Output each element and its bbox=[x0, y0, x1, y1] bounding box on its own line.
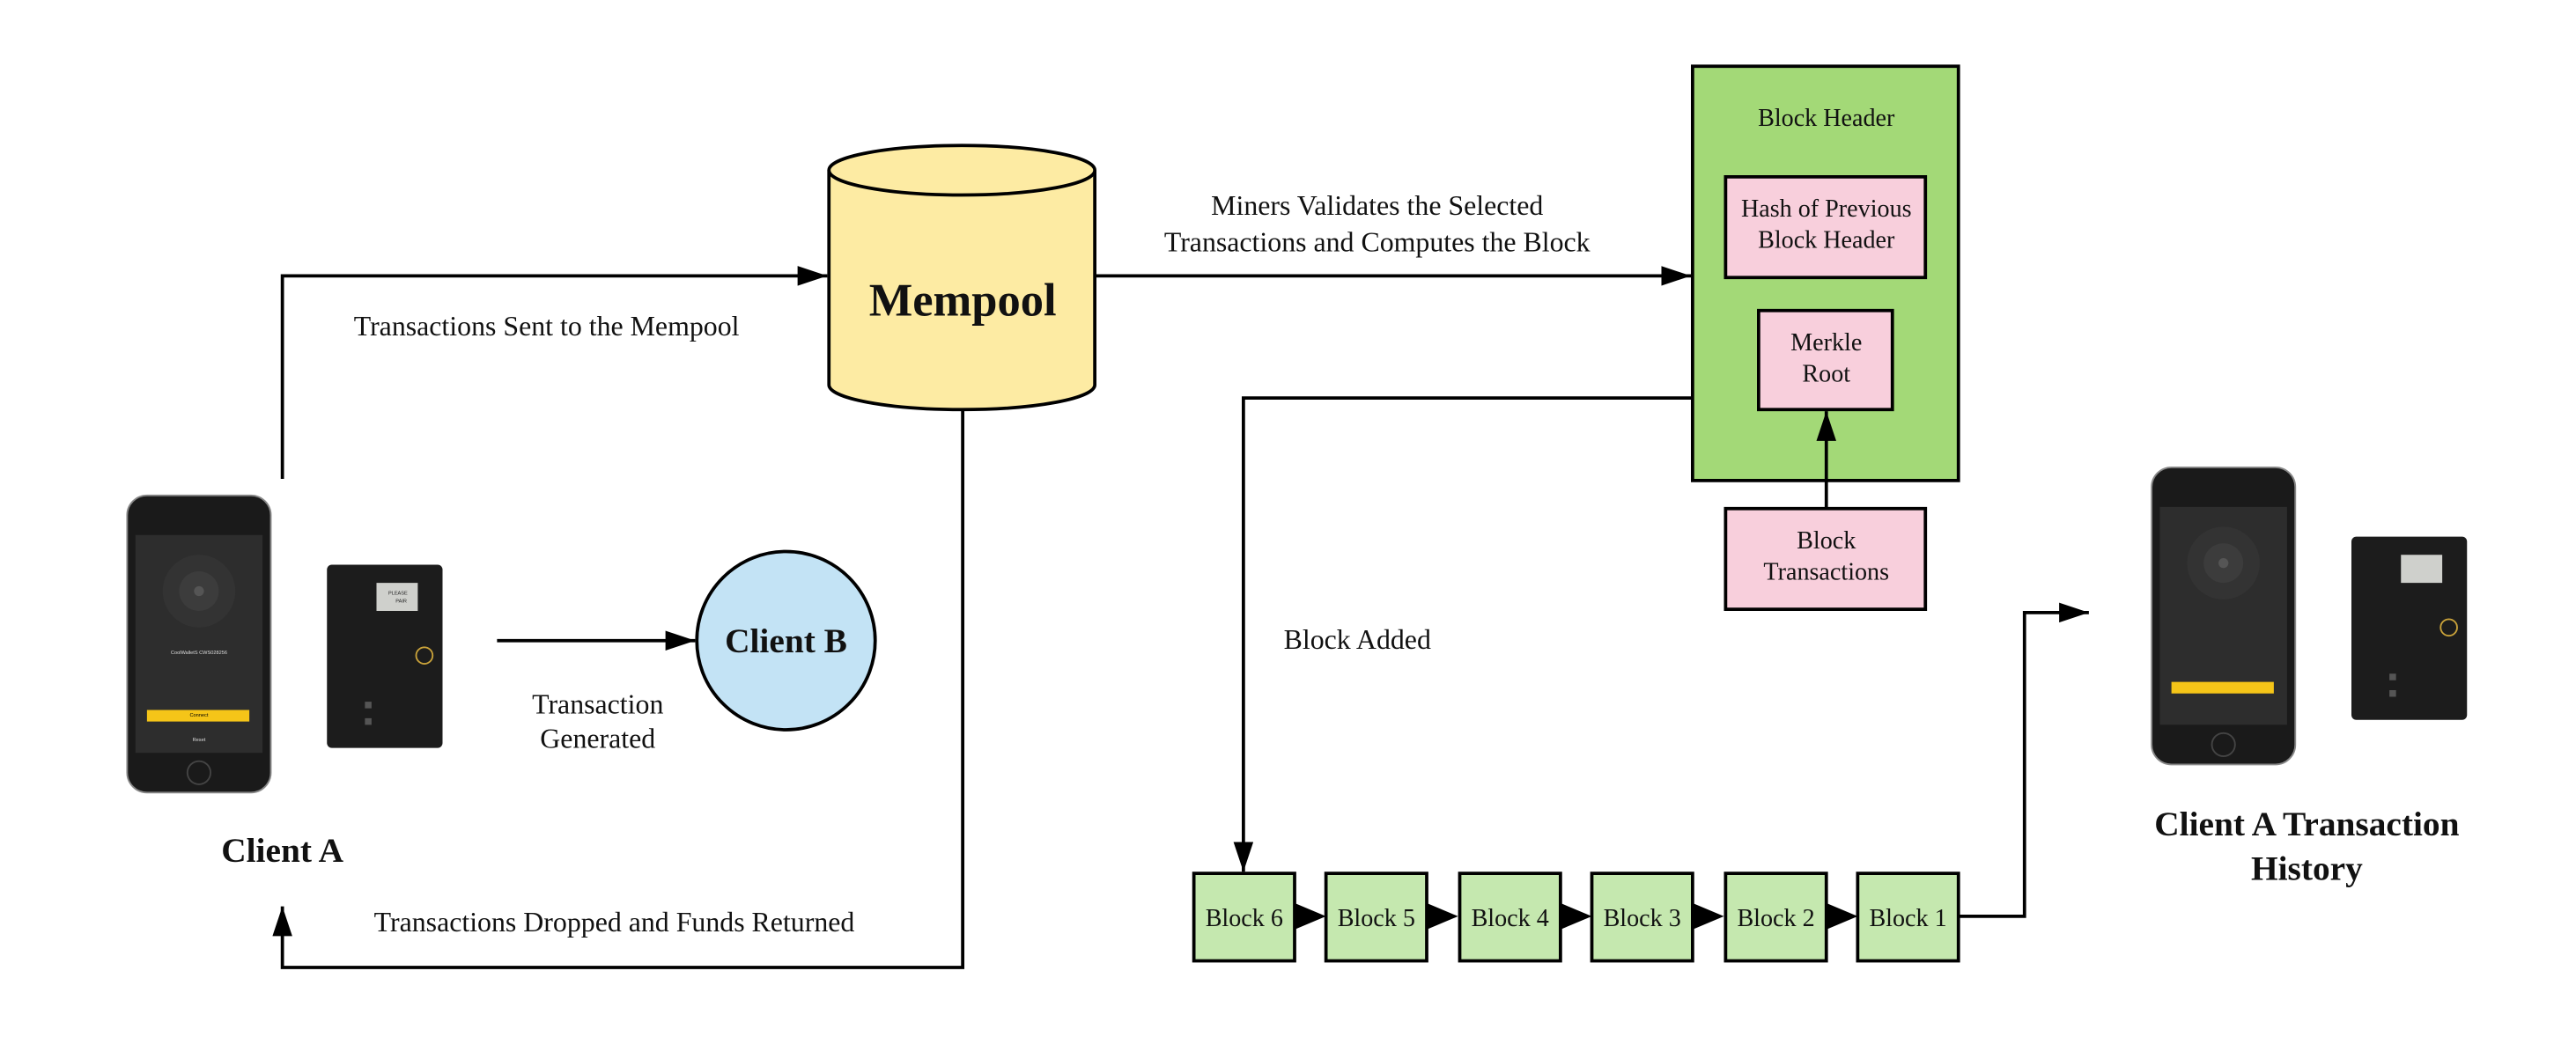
history-card-image bbox=[2351, 535, 2469, 721]
block-header-title: Block Header bbox=[1758, 105, 1895, 132]
history-devices bbox=[2151, 466, 2469, 766]
lcd-line-1: PLEASE bbox=[388, 591, 408, 596]
history-label-1: Client A Transaction bbox=[2154, 805, 2459, 843]
hash-label-2: Block Header bbox=[1758, 227, 1895, 254]
block-transactions-node: Block Transactions bbox=[1723, 506, 1928, 611]
chain-link-arrow bbox=[1427, 902, 1458, 930]
blockchain-diagram: Transactions Sent to the Mempool Mempool… bbox=[126, 64, 2469, 969]
chain-link-arrow bbox=[1560, 902, 1592, 930]
chain-block: Block 2 bbox=[1723, 872, 1828, 963]
edge-label-generated-1: Transaction bbox=[532, 688, 663, 719]
edge-to-history bbox=[1958, 602, 2089, 918]
block-tx-label-1: Block bbox=[1797, 527, 1856, 555]
merkle-label-2: Root bbox=[1802, 360, 1850, 387]
chain-block-label: Block 5 bbox=[1338, 905, 1415, 932]
chain-block: Block 1 bbox=[1856, 872, 1960, 963]
edge-label-sent: Transactions Sent to the Mempool bbox=[354, 311, 740, 342]
chain-block: Block 4 bbox=[1458, 872, 1562, 963]
chain-block-label: Block 4 bbox=[1472, 905, 1549, 932]
chain-block-label: Block 6 bbox=[1206, 905, 1283, 932]
chain-link-arrow bbox=[1692, 902, 1724, 930]
edge-sent-to-mempool bbox=[280, 266, 828, 479]
chain-block-label: Block 1 bbox=[1869, 905, 1946, 932]
hardware-wallet-card bbox=[326, 563, 444, 749]
edge-label-dropped: Transactions Dropped and Funds Returned bbox=[374, 907, 855, 938]
reset-label: Reset bbox=[193, 738, 206, 743]
client-a-label: Client A bbox=[221, 831, 343, 870]
edge-label-generated-2: Generated bbox=[540, 724, 655, 754]
client-b-label: Client B bbox=[725, 621, 847, 660]
history-phone-image bbox=[2151, 466, 2297, 766]
block-tx-label-2: Transactions bbox=[1763, 558, 1889, 585]
phone-image bbox=[126, 494, 272, 794]
client-a-devices: CoolWalletS CWS028256 Connect Reset PLEA… bbox=[126, 494, 444, 794]
chain-link-arrow bbox=[1826, 902, 1858, 930]
merkle-label-1: Merkle bbox=[1790, 329, 1862, 357]
wallet-name: CoolWalletS CWS028256 bbox=[171, 651, 227, 656]
hash-label-1: Hash of Previous bbox=[1741, 195, 1912, 223]
mempool-node: Mempool bbox=[827, 143, 1096, 412]
edge-label-miners-2: Transactions and Computes the Block bbox=[1164, 226, 1591, 257]
chain-block: Block 3 bbox=[1590, 872, 1694, 963]
client-b-node: Client B bbox=[695, 549, 877, 732]
chain-block: Block 5 bbox=[1324, 872, 1428, 963]
edge-label-miners-1: Miners Validates the Selected bbox=[1211, 190, 1543, 221]
chain-link-arrow bbox=[1295, 902, 1326, 930]
chain-block-label: Block 3 bbox=[1604, 905, 1681, 932]
history-label-2: History bbox=[2251, 849, 2363, 888]
mempool-label: Mempool bbox=[869, 275, 1057, 326]
blockchain: Block 6 Block 5 Block 4 Block 3 Block 2 Block… bbox=[1192, 872, 1960, 963]
chain-block: Block 6 bbox=[1192, 872, 1296, 963]
edge-label-block-added: Block Added bbox=[1284, 624, 1431, 655]
connect-button: Connect bbox=[189, 713, 208, 718]
chain-block-label: Block 2 bbox=[1737, 905, 1814, 932]
lcd-line-2: PAIR bbox=[395, 599, 407, 605]
